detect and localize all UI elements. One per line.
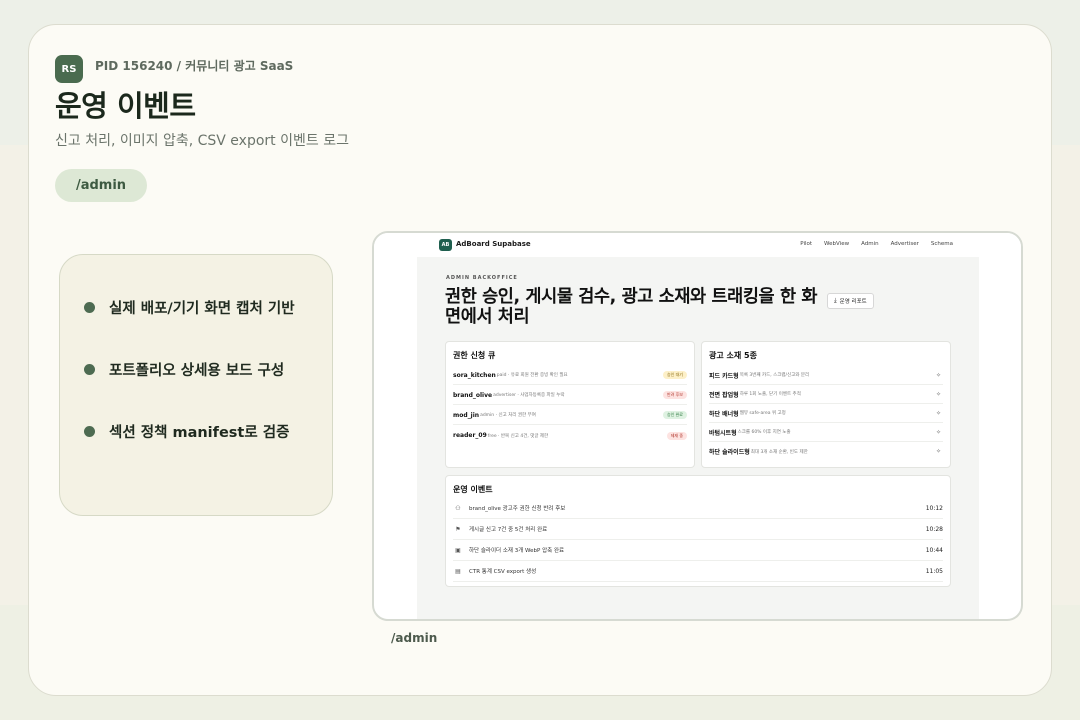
ops-events-panel: 운영 이벤트 ⚇ brand_olive 광고주 권한 신청 반려 후보 10:12… — [445, 475, 951, 587]
feature-list: 실제 배포/기기 화면 캡처 기반 포트폴리오 상세용 보드 구성 섹션 정책 … — [59, 254, 333, 516]
status-badge: 제재 중 — [666, 431, 687, 440]
feature-item: 실제 배포/기기 화면 캡처 기반 — [84, 297, 295, 318]
creative-row[interactable]: 전면 팝업형 하루 1회 노출, 닫기 이벤트 추적 ✧ — [709, 385, 943, 404]
hero-heading: 권한 승인, 게시물 검수, 광고 소재와 트래킹을 한 화면에서 처리 — [445, 287, 818, 327]
panel-title: 권한 신청 큐 — [453, 351, 496, 360]
event-time: 11:05 — [925, 567, 943, 575]
feature-item: 포트폴리오 상세용 보드 구성 — [84, 359, 284, 380]
applicant-name: mod_jin — [453, 411, 480, 419]
creative-name: 하단 배너형 — [709, 410, 739, 418]
panel-title: 운영 이벤트 — [453, 485, 493, 494]
applicant-name: sora_kitchen — [453, 371, 496, 379]
image-icon: ▣ — [455, 546, 461, 554]
event-time: 10:44 — [925, 546, 943, 554]
creative-row[interactable]: 피드 카드형 목록 3번째 카드, 스크랩/신고와 분리 ✧ — [709, 366, 943, 385]
bullet-dot-icon — [84, 302, 95, 313]
creative-row[interactable]: 하단 슬라이드형 최대 3개 소재 순환, 빈도 제한 ✧ — [709, 442, 943, 461]
screenshot-preview-frame: AB AdBoard Supabase Pilot WebView Admin … — [372, 231, 1023, 621]
eyebrow-label: ADMIN BACKOFFICE — [446, 275, 518, 281]
queue-row[interactable]: brand_olive advertiser · 사업자등록증 파일 누락 반려 후… — [453, 386, 687, 405]
queue-row[interactable]: mod_jin admin · 신고 처리 권한 부여 승인 완료 — [453, 406, 687, 425]
route-pill: /admin — [55, 169, 147, 202]
creative-row[interactable]: 바텀시트형 스크롤 60% 이후 지연 노출 ✧ — [709, 423, 943, 442]
applicant-meta: free · 반복 신고 4건, 댓글 제한 — [487, 433, 549, 439]
file-icon: ▤ — [455, 567, 461, 575]
page-title: 운영 이벤트 — [55, 89, 196, 123]
queue-row[interactable]: reader_09 free · 반복 신고 4건, 댓글 제한 제재 중 — [453, 426, 687, 445]
queue-row[interactable]: sora_kitchen paid · 유료 회원 전환 증빙 확인 필요 승인 대… — [453, 366, 687, 385]
event-text: brand_olive 광고주 권한 신청 반려 후보 — [469, 506, 566, 512]
nav-link-schema[interactable]: Schema — [931, 241, 953, 247]
event-row[interactable]: ▤ CTR 통계 CSV export 생성 11:05 — [453, 561, 943, 582]
applicant-meta: paid · 유료 회원 전환 증빙 확인 필요 — [496, 373, 568, 378]
status-badge: 승인 완료 — [663, 411, 687, 419]
applicant-meta: advertiser · 사업자등록증 파일 누락 — [493, 393, 565, 398]
creative-meta: 스크롤 60% 이후 지연 노출 — [737, 430, 791, 435]
feature-item: 섹션 정책 manifest로 검증 — [84, 421, 289, 442]
report-button-label: 운영 리포트 — [839, 299, 867, 305]
creative-name: 바텀시트형 — [709, 429, 737, 437]
report-button[interactable]: ⤓ 운영 리포트 — [827, 293, 874, 309]
feature-text: 포트폴리오 상세용 보드 구성 — [109, 363, 285, 379]
nav-link-pilot[interactable]: Pilot — [800, 241, 812, 247]
preview-route-caption: /admin — [391, 631, 438, 645]
bullet-dot-icon — [84, 364, 95, 375]
creative-name: 피드 카드형 — [709, 372, 739, 380]
app-name[interactable]: AdBoard Supabase — [456, 240, 531, 248]
page-subtitle: 신고 처리, 이미지 압축, CSV export 이벤트 로그 — [55, 133, 349, 149]
app-nav-links: Pilot WebView Admin Advertiser Schema — [800, 241, 953, 247]
event-text: CTR 통계 CSV export 생성 — [469, 569, 537, 575]
creative-meta: 최대 3개 소재 순환, 빈도 제한 — [750, 449, 808, 455]
creative-meta: 목록 3번째 카드, 스크랩/신고와 분리 — [739, 373, 810, 378]
event-time: 10:28 — [925, 525, 943, 533]
project-id: PID 156240 / 커뮤니티 광고 SaaS — [95, 59, 294, 73]
applicant-meta: admin · 신고 처리 권한 부여 — [480, 413, 536, 418]
sparkle-icon: ✧ — [935, 409, 941, 417]
rs-logo: RS — [55, 55, 83, 83]
event-text: 게시글 신고 7건 중 5건 처리 완료 — [469, 527, 548, 533]
creative-row[interactable]: 하단 배너형 웹뷰 safe-area 위 고정 ✧ — [709, 404, 943, 423]
status-badge: 반려 후보 — [663, 391, 687, 399]
app-logo: AB — [439, 239, 452, 251]
creative-meta: 하루 1회 노출, 닫기 이벤트 추적 — [739, 392, 801, 397]
creative-name: 전면 팝업형 — [709, 391, 739, 399]
event-row[interactable]: ⚇ brand_olive 광고주 권한 신청 반려 후보 10:12 — [453, 498, 943, 519]
event-text: 하단 슬라이더 소재 3개 WebP 압축 완료 — [469, 548, 565, 554]
creative-name: 하단 슬라이드형 — [709, 449, 750, 456]
feature-text: 실제 배포/기기 화면 캡처 기반 — [109, 301, 295, 317]
status-badge: 승인 대기 — [663, 371, 687, 379]
app-main: ADMIN BACKOFFICE 권한 승인, 게시물 검수, 광고 소재와 트… — [417, 257, 979, 619]
flag-icon: ⚑ — [455, 525, 461, 533]
sparkle-icon: ✧ — [935, 390, 941, 398]
permission-queue-panel: 권한 신청 큐 sora_kitchen paid · 유료 회원 전환 증빙 확… — [445, 341, 695, 468]
event-time: 10:12 — [925, 504, 943, 512]
creative-meta: 웹뷰 safe-area 위 고정 — [739, 411, 786, 416]
feature-text: 섹션 정책 manifest로 검증 — [109, 425, 290, 441]
download-icon: ⤓ — [834, 297, 837, 304]
showcase-card: RS PID 156240 / 커뮤니티 광고 SaaS 운영 이벤트 신고 처… — [28, 24, 1052, 696]
app-navbar: AB AdBoard Supabase Pilot WebView Admin … — [374, 233, 1021, 257]
sparkle-icon: ✧ — [935, 428, 941, 436]
bullet-dot-icon — [84, 426, 95, 437]
applicant-name: reader_09 — [453, 432, 487, 439]
ad-creatives-panel: 광고 소재 5종 피드 카드형 목록 3번째 카드, 스크랩/신고와 분리 ✧ 전면 … — [701, 341, 951, 468]
event-row[interactable]: ⚑ 게시글 신고 7건 중 5건 처리 완료 10:28 — [453, 519, 943, 540]
panel-title: 광고 소재 5종 — [709, 351, 757, 360]
applicant-name: brand_olive — [453, 391, 493, 399]
users-icon: ⚇ — [455, 504, 461, 512]
event-row[interactable]: ▣ 하단 슬라이더 소재 3개 WebP 압축 완료 10:44 — [453, 540, 943, 561]
nav-link-webview[interactable]: WebView — [824, 241, 849, 247]
sparkle-icon: ✧ — [935, 371, 941, 379]
sparkle-icon: ✧ — [935, 448, 941, 455]
nav-link-admin[interactable]: Admin — [861, 241, 879, 247]
nav-link-advertiser[interactable]: Advertiser — [891, 241, 919, 247]
